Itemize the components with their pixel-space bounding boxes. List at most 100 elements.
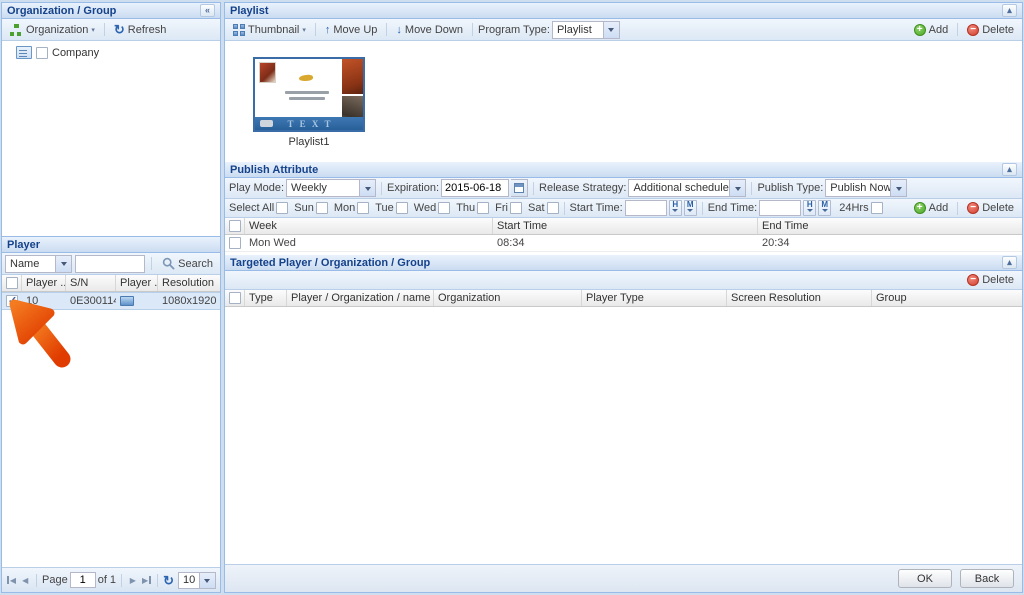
schedule-row-checkbox[interactable] [229, 237, 241, 249]
move-down-button[interactable]: ↓ Move Down [392, 23, 467, 37]
column-resolution[interactable]: Resolution [158, 275, 220, 291]
day-sun-checkbox[interactable] [316, 202, 328, 214]
left-column: Organization / Group « Organization ▾ ↻ … [1, 2, 221, 593]
select-all-checkbox-cell[interactable] [225, 290, 245, 306]
playlist-toolbar: Thumbnail ▾ ↑ Move Up ↓ Move Down Progra… [225, 19, 1022, 41]
play-mode-select[interactable]: Weekly [286, 179, 376, 197]
header-checkbox[interactable] [229, 220, 241, 232]
targeted-grid-header: Type Player / Organization / name Organi… [225, 290, 1022, 307]
page-number-input[interactable] [70, 572, 96, 588]
schedule-row: Select All Sun Mon Tue Wed Thu Fri Sat S… [225, 199, 1022, 218]
targeted-grid-body [225, 307, 1022, 564]
company-checkbox[interactable] [36, 47, 48, 59]
delete-label: Delete [982, 24, 1014, 36]
chevron-down-icon: ▾ [302, 26, 306, 34]
column-screen-resolution[interactable]: Screen Resolution [727, 290, 872, 306]
chevron-down-icon: ▾ [91, 26, 95, 34]
hrs24-checkbox[interactable] [871, 202, 883, 214]
end-hour-spinner[interactable]: H [803, 200, 816, 216]
toolbar-separator [472, 23, 473, 36]
day-sat-checkbox[interactable] [547, 202, 559, 214]
targeted-delete-button[interactable]: − Delete [963, 273, 1018, 287]
ticker-text: T E X T [273, 119, 363, 129]
program-type-select[interactable]: Playlist [552, 21, 620, 39]
organization-tree: Company [2, 41, 220, 236]
date-picker-button[interactable] [511, 179, 528, 197]
collapse-left-icon[interactable]: « [200, 4, 215, 17]
column-player-name[interactable]: Player ... [22, 275, 66, 291]
schedule-delete-button[interactable]: − Delete [963, 201, 1018, 215]
back-button[interactable]: Back [960, 569, 1014, 588]
column-group[interactable]: Group [872, 290, 1022, 306]
select-all-label: Select All [229, 202, 274, 214]
refresh-label: Refresh [128, 24, 167, 36]
day-wed-checkbox[interactable] [438, 202, 450, 214]
add-label: Add [929, 24, 949, 36]
column-end-time[interactable]: End Time [758, 218, 1022, 234]
search-button[interactable]: Search [158, 256, 217, 271]
search-field-select[interactable]: Name [5, 255, 72, 273]
release-strategy-value: Additional schedule [629, 182, 729, 194]
playlist-delete-button[interactable]: − Delete [963, 23, 1018, 37]
player-row-checkbox[interactable] [6, 295, 18, 307]
play-mode-value: Weekly [287, 182, 359, 194]
column-type[interactable]: Type [245, 290, 287, 306]
header-checkbox[interactable] [229, 292, 241, 304]
player-resolution-cell: 1080x1920 [158, 293, 220, 309]
collapse-up-icon[interactable]: ▴ [1002, 163, 1017, 176]
start-time-input[interactable] [625, 200, 667, 216]
organization-menu-label: Organization [26, 24, 88, 36]
refresh-button[interactable]: ↻ Refresh [110, 23, 170, 37]
column-player-type[interactable]: Player ... [116, 275, 158, 291]
release-strategy-select[interactable]: Additional schedule [628, 179, 746, 197]
add-icon: + [914, 24, 926, 36]
schedule-add-button[interactable]: + Add [910, 201, 953, 215]
column-week[interactable]: Week [245, 218, 493, 234]
header-checkbox[interactable] [6, 277, 18, 289]
refresh-icon[interactable]: ↻ [163, 575, 174, 586]
day-fri-checkbox[interactable] [510, 202, 522, 214]
column-start-time[interactable]: Start Time [493, 218, 758, 234]
column-player-type[interactable]: Player Type [582, 290, 727, 306]
select-all-checkbox-cell[interactable] [225, 218, 245, 234]
start-time-cell: 08:34 [493, 235, 758, 251]
toolbar-separator [121, 574, 122, 587]
day-thu-checkbox[interactable] [477, 202, 489, 214]
last-page-icon[interactable]: ▶ [141, 572, 153, 588]
move-up-button[interactable]: ↑ Move Up [321, 23, 382, 37]
prev-page-icon[interactable]: ◀ [20, 572, 32, 588]
toolbar-separator [751, 182, 752, 195]
column-player-org-name[interactable]: Player / Organization / name [287, 290, 434, 306]
search-label: Search [178, 258, 213, 270]
day-tue-checkbox[interactable] [396, 202, 408, 214]
playlist-add-button[interactable]: + Add [910, 23, 953, 37]
collapse-up-icon[interactable]: ▴ [1002, 256, 1017, 269]
end-time-input[interactable] [759, 200, 801, 216]
column-organization[interactable]: Organization [434, 290, 582, 306]
thumbnail-view-button[interactable]: Thumbnail ▾ [229, 23, 310, 37]
organization-node-icon [16, 46, 32, 59]
search-input[interactable] [75, 255, 145, 273]
select-all-checkbox-cell[interactable] [2, 275, 22, 291]
start-minute-spinner[interactable]: M [684, 200, 697, 216]
select-all-checkbox[interactable] [276, 202, 288, 214]
schedule-row-item[interactable]: Mon Wed 08:34 20:34 [225, 235, 1022, 252]
chevron-down-icon [199, 573, 215, 588]
start-hour-spinner[interactable]: H [669, 200, 682, 216]
expiration-input[interactable] [441, 179, 509, 197]
end-minute-spinner[interactable]: M [818, 200, 831, 216]
day-mon-checkbox[interactable] [357, 202, 369, 214]
player-row[interactable]: 10 0E300114 1080x1920 [2, 292, 220, 310]
playlist-item[interactable]: T E X T Playlist1 [253, 57, 365, 148]
next-page-icon[interactable]: ▶ [127, 572, 139, 588]
tree-item-company[interactable]: Company [16, 46, 220, 59]
organization-menu-button[interactable]: Organization ▾ [6, 23, 99, 37]
column-sn[interactable]: S/N [66, 275, 116, 291]
collapse-up-icon[interactable]: ▴ [1002, 4, 1017, 17]
page-size-select[interactable]: 10 [178, 572, 216, 589]
publish-type-select[interactable]: Publish Now [825, 179, 907, 197]
first-page-icon[interactable]: ◀ [6, 572, 18, 588]
ok-button[interactable]: OK [898, 569, 952, 588]
delete-icon: − [967, 274, 979, 286]
week-cell: Mon Wed [245, 235, 493, 251]
